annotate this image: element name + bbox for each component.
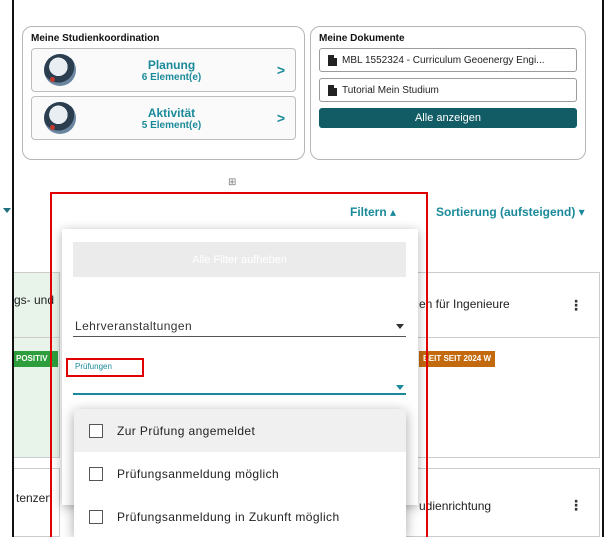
document-label: Tutorial Mein Studium	[342, 84, 439, 96]
koordination-item-name: Aktivität	[147, 105, 196, 120]
status-badge: POSITIV	[14, 351, 58, 367]
course-card-left-2[interactable]: tenzen	[14, 468, 60, 537]
course-card-title: tenzen	[16, 491, 53, 505]
koordination-item-count: 6 Element(e)	[141, 71, 202, 83]
chevron-right-icon[interactable]: >	[267, 110, 295, 126]
checkbox[interactable]	[89, 423, 103, 438]
status-badge: BEIT SEIT 2024 W	[419, 351, 496, 367]
studienkoordination-title: Meine Studienkoordination	[31, 33, 160, 44]
document-label: MBL 1552324 - Curriculum Geoenergy Engi.…	[342, 54, 545, 66]
sort-dropdown-button[interactable]: Sortierung (aufsteigend) ▾	[436, 205, 585, 219]
checkbox[interactable]	[89, 466, 103, 481]
avatar	[44, 102, 76, 134]
course-card-title: en für Ingenieure	[419, 297, 510, 311]
divider	[405, 337, 599, 338]
option-label: Prüfungsanmeldung möglich	[117, 466, 280, 481]
select-label: Prüfungen	[75, 362, 112, 371]
right-window-edge	[602, 0, 614, 537]
studienkoordination-card: Meine Studienkoordination Planung 6 Elem…	[22, 26, 305, 160]
option-pruefungsanmeldung-moeglich[interactable]: Prüfungsanmeldung möglich	[74, 452, 406, 495]
chevron-right-icon[interactable]: >	[267, 62, 295, 78]
course-card-left-1[interactable]: gs- und POSITIV	[14, 272, 60, 458]
pruefungen-select[interactable]: Prüfungen	[73, 355, 406, 395]
show-all-documents-button[interactable]: Alle anzeigen	[319, 108, 577, 128]
document-link-curriculum[interactable]: MBL 1552324 - Curriculum Geoenergy Engi.…	[319, 48, 577, 72]
caret-down-icon	[396, 385, 404, 390]
koordination-item-name: Planung	[147, 57, 196, 72]
dokumente-title: Meine Dokumente	[319, 33, 405, 44]
document-link-tutorial[interactable]: Tutorial Mein Studium	[319, 78, 577, 102]
koordination-item-planung[interactable]: Planung 6 Element(e) >	[31, 48, 296, 92]
filter-toggle-button[interactable]: Filtern ▴	[350, 205, 396, 219]
pdf-file-icon	[328, 54, 337, 66]
reset-filters-button[interactable]: Alle Filter aufheben	[73, 242, 406, 277]
dashboard-top-area: Meine Studienkoordination Planung 6 Elem…	[14, 0, 602, 178]
grid-layout-icon[interactable]: ⊞	[228, 177, 236, 188]
more-options-icon[interactable]: ⋮	[569, 297, 583, 314]
filter-sort-toolbar: Filtern ▴ Sortierung (aufsteigend) ▾	[14, 200, 602, 224]
checkbox[interactable]	[89, 509, 103, 524]
course-card-right-2[interactable]: udienrichtung ⋮	[404, 468, 600, 537]
dokumente-card: Meine Dokumente MBL 1552324 - Curriculum…	[310, 26, 586, 160]
chevron-down-icon[interactable]	[3, 208, 11, 213]
course-card-right-1[interactable]: en für Ingenieure ⋮ BEIT SEIT 2024 W	[404, 272, 600, 458]
pdf-file-icon	[328, 84, 337, 96]
more-options-icon[interactable]: ⋮	[569, 497, 583, 514]
left-window-edge	[0, 0, 14, 537]
course-card-title: udienrichtung	[419, 499, 492, 513]
option-label: Prüfungsanmeldung in Zukunft möglich	[117, 509, 340, 524]
select-label: Lehrveranstaltungen	[75, 319, 193, 333]
lehrveranstaltungen-select[interactable]: Lehrveranstaltungen	[73, 313, 406, 337]
avatar	[44, 54, 76, 86]
option-label: Zur Prüfung angemeldet	[117, 423, 256, 438]
divider	[14, 337, 60, 338]
koordination-item-count: 5 Element(e)	[141, 119, 202, 131]
option-pruefungsanmeldung-zukunft[interactable]: Prüfungsanmeldung in Zukunft möglich	[74, 495, 406, 537]
koordination-item-aktivitaet[interactable]: Aktivität 5 Element(e) >	[31, 96, 296, 140]
option-zur-pruefung-angemeldet[interactable]: Zur Prüfung angemeldet	[74, 409, 406, 452]
pruefungen-options-list: Zur Prüfung angemeldet Prüfungsanmeldung…	[74, 409, 406, 537]
course-card-title: gs- und	[14, 293, 55, 307]
caret-down-icon	[396, 324, 404, 329]
